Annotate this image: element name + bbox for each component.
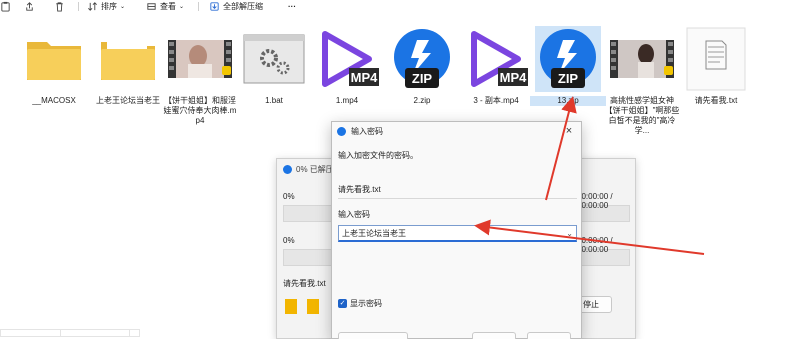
status-field-2 <box>60 329 140 337</box>
arrow-to-13zip <box>545 96 577 201</box>
arrow-to-password-input <box>474 219 705 255</box>
annotation-arrows <box>474 96 705 255</box>
status-bar <box>0 323 276 339</box>
